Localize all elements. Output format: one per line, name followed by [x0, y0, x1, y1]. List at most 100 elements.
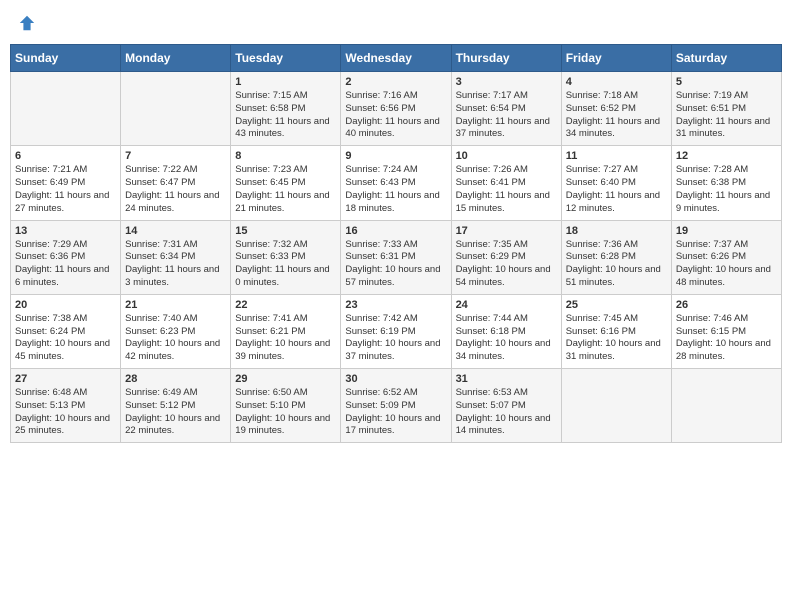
calendar-cell: 29Sunrise: 6:50 AM Sunset: 5:10 PM Dayli…	[231, 369, 341, 443]
day-number: 2	[345, 76, 446, 88]
calendar-cell: 23 Sunrise: 7:42 AM Sunset: 6:19 PM Dayli…	[341, 294, 451, 368]
day-number: 23	[345, 299, 446, 311]
weekday-header: Monday	[121, 45, 231, 72]
weekday-header: Thursday	[451, 45, 561, 72]
logo-icon	[18, 14, 36, 32]
calendar-cell: 16 Sunrise: 7:33 AM Sunset: 6:31 PM Dayli…	[341, 220, 451, 294]
weekday-header: Sunday	[11, 45, 121, 72]
weekday-header: Tuesday	[231, 45, 341, 72]
calendar-cell: 22 Sunrise: 7:41 AM Sunset: 6:21 PM Dayli…	[231, 294, 341, 368]
day-number: 15	[235, 225, 336, 237]
day-number: 12	[676, 150, 777, 162]
weekday-header: Friday	[561, 45, 671, 72]
day-number: 26	[676, 299, 777, 311]
cell-content: Sunrise: 7:40 AM Sunset: 6:23 PM Dayligh…	[125, 313, 226, 364]
calendar-cell: 17Sunrise: 7:35 AM Sunset: 6:29 PM Dayli…	[451, 220, 561, 294]
cell-content: Sunrise: 7:42 AM Sunset: 6:19 PM Dayligh…	[345, 313, 446, 364]
cell-content: Sunrise: 6:49 AM Sunset: 5:12 PM Dayligh…	[125, 387, 226, 438]
cell-content: Sunrise: 7:38 AM Sunset: 6:24 PM Dayligh…	[15, 313, 116, 364]
day-number: 19	[676, 225, 777, 237]
day-number: 16	[345, 225, 446, 237]
day-number: 9	[345, 150, 446, 162]
calendar-cell: 12 Sunrise: 7:28 AM Sunset: 6:38 PM Dayli…	[671, 146, 781, 220]
cell-content: Sunrise: 7:28 AM Sunset: 6:38 PM Dayligh…	[676, 164, 777, 215]
calendar-cell: 20 Sunrise: 7:38 AM Sunset: 6:24 PM Dayli…	[11, 294, 121, 368]
cell-content: Sunrise: 7:26 AM Sunset: 6:41 PM Dayligh…	[456, 164, 557, 215]
calendar-cell: 18Sunrise: 7:36 AM Sunset: 6:28 PM Dayli…	[561, 220, 671, 294]
day-number: 20	[15, 299, 116, 311]
cell-content: Sunrise: 7:16 AM Sunset: 6:56 PM Dayligh…	[345, 90, 446, 141]
cell-content: Sunrise: 7:17 AM Sunset: 6:54 PM Dayligh…	[456, 90, 557, 141]
calendar-cell: 21 Sunrise: 7:40 AM Sunset: 6:23 PM Dayli…	[121, 294, 231, 368]
calendar-cell	[561, 369, 671, 443]
calendar-cell: 14Sunrise: 7:31 AM Sunset: 6:34 PM Dayli…	[121, 220, 231, 294]
calendar-cell: 15Sunrise: 7:32 AM Sunset: 6:33 PM Dayli…	[231, 220, 341, 294]
calendar-week-row: 1Sunrise: 7:15 AM Sunset: 6:58 PM Daylig…	[11, 72, 782, 146]
cell-content: Sunrise: 7:23 AM Sunset: 6:45 PM Dayligh…	[235, 164, 336, 215]
calendar-cell: 26Sunrise: 7:46 AM Sunset: 6:15 PM Dayli…	[671, 294, 781, 368]
logo	[16, 14, 36, 32]
cell-content: Sunrise: 6:53 AM Sunset: 5:07 PM Dayligh…	[456, 387, 557, 438]
day-number: 24	[456, 299, 557, 311]
cell-content: Sunrise: 6:48 AM Sunset: 5:13 PM Dayligh…	[15, 387, 116, 438]
day-number: 27	[15, 373, 116, 385]
calendar-week-row: 6Sunrise: 7:21 AM Sunset: 6:49 PM Daylig…	[11, 146, 782, 220]
cell-content: Sunrise: 7:18 AM Sunset: 6:52 PM Dayligh…	[566, 90, 667, 141]
calendar-cell: 6Sunrise: 7:21 AM Sunset: 6:49 PM Daylig…	[11, 146, 121, 220]
cell-content: Sunrise: 7:36 AM Sunset: 6:28 PM Dayligh…	[566, 239, 667, 290]
calendar-cell	[671, 369, 781, 443]
calendar-cell: 25 Sunrise: 7:45 AM Sunset: 6:16 PM Dayli…	[561, 294, 671, 368]
calendar-cell: 30 Sunrise: 6:52 AM Sunset: 5:09 PM Dayli…	[341, 369, 451, 443]
calendar-week-row: 27 Sunrise: 6:48 AM Sunset: 5:13 PM Dayli…	[11, 369, 782, 443]
day-number: 25	[566, 299, 667, 311]
calendar-cell: 3 Sunrise: 7:17 AM Sunset: 6:54 PM Daylig…	[451, 72, 561, 146]
calendar-table: SundayMondayTuesdayWednesdayThursdayFrid…	[10, 44, 782, 443]
day-number: 17	[456, 225, 557, 237]
calendar-cell: 9 Sunrise: 7:24 AM Sunset: 6:43 PM Daylig…	[341, 146, 451, 220]
cell-content: Sunrise: 7:41 AM Sunset: 6:21 PM Dayligh…	[235, 313, 336, 364]
cell-content: Sunrise: 7:31 AM Sunset: 6:34 PM Dayligh…	[125, 239, 226, 290]
weekday-header: Saturday	[671, 45, 781, 72]
cell-content: Sunrise: 7:45 AM Sunset: 6:16 PM Dayligh…	[566, 313, 667, 364]
calendar-cell: 24 Sunrise: 7:44 AM Sunset: 6:18 PM Dayli…	[451, 294, 561, 368]
cell-content: Sunrise: 7:29 AM Sunset: 6:36 PM Dayligh…	[15, 239, 116, 290]
day-number: 21	[125, 299, 226, 311]
calendar-cell: 2 Sunrise: 7:16 AM Sunset: 6:56 PM Daylig…	[341, 72, 451, 146]
day-number: 29	[235, 373, 336, 385]
cell-content: Sunrise: 7:37 AM Sunset: 6:26 PM Dayligh…	[676, 239, 777, 290]
day-number: 10	[456, 150, 557, 162]
day-number: 4	[566, 76, 667, 88]
cell-content: Sunrise: 7:27 AM Sunset: 6:40 PM Dayligh…	[566, 164, 667, 215]
cell-content: Sunrise: 7:15 AM Sunset: 6:58 PM Dayligh…	[235, 90, 336, 141]
calendar-week-row: 20 Sunrise: 7:38 AM Sunset: 6:24 PM Dayli…	[11, 294, 782, 368]
day-number: 11	[566, 150, 667, 162]
day-number: 3	[456, 76, 557, 88]
day-number: 6	[15, 150, 116, 162]
cell-content: Sunrise: 7:44 AM Sunset: 6:18 PM Dayligh…	[456, 313, 557, 364]
day-number: 5	[676, 76, 777, 88]
cell-content: Sunrise: 7:33 AM Sunset: 6:31 PM Dayligh…	[345, 239, 446, 290]
cell-content: Sunrise: 7:24 AM Sunset: 6:43 PM Dayligh…	[345, 164, 446, 215]
calendar-cell: 1Sunrise: 7:15 AM Sunset: 6:58 PM Daylig…	[231, 72, 341, 146]
calendar-cell	[121, 72, 231, 146]
cell-content: Sunrise: 7:19 AM Sunset: 6:51 PM Dayligh…	[676, 90, 777, 141]
weekday-header: Wednesday	[341, 45, 451, 72]
calendar-cell: 4 Sunrise: 7:18 AM Sunset: 6:52 PM Daylig…	[561, 72, 671, 146]
day-number: 7	[125, 150, 226, 162]
calendar-cell: 28 Sunrise: 6:49 AM Sunset: 5:12 PM Dayli…	[121, 369, 231, 443]
calendar-cell: 5 Sunrise: 7:19 AM Sunset: 6:51 PM Daylig…	[671, 72, 781, 146]
day-number: 22	[235, 299, 336, 311]
weekday-header-row: SundayMondayTuesdayWednesdayThursdayFrid…	[11, 45, 782, 72]
calendar-cell: 11 Sunrise: 7:27 AM Sunset: 6:40 PM Dayli…	[561, 146, 671, 220]
calendar-cell: 13 Sunrise: 7:29 AM Sunset: 6:36 PM Dayli…	[11, 220, 121, 294]
cell-content: Sunrise: 7:22 AM Sunset: 6:47 PM Dayligh…	[125, 164, 226, 215]
day-number: 13	[15, 225, 116, 237]
page-header	[10, 10, 782, 36]
calendar-cell: 8Sunrise: 7:23 AM Sunset: 6:45 PM Daylig…	[231, 146, 341, 220]
cell-content: Sunrise: 6:52 AM Sunset: 5:09 PM Dayligh…	[345, 387, 446, 438]
day-number: 30	[345, 373, 446, 385]
calendar-cell: 19 Sunrise: 7:37 AM Sunset: 6:26 PM Dayli…	[671, 220, 781, 294]
calendar-cell: 31Sunrise: 6:53 AM Sunset: 5:07 PM Dayli…	[451, 369, 561, 443]
day-number: 28	[125, 373, 226, 385]
calendar-week-row: 13 Sunrise: 7:29 AM Sunset: 6:36 PM Dayli…	[11, 220, 782, 294]
